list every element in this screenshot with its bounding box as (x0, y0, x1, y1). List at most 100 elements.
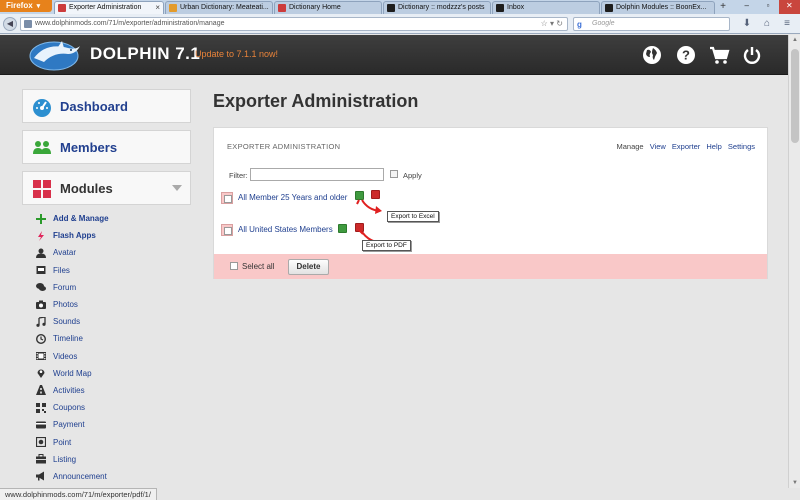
sidebar-item-label: Videos (53, 351, 78, 361)
forum-icon (36, 283, 46, 292)
coupons-icon (36, 402, 46, 413)
reload-icon[interactable]: ↻ (556, 19, 563, 28)
sidebar-item-dashboard[interactable]: Dashboard (22, 89, 191, 123)
payment-icon (36, 421, 46, 429)
sidebar-item-announcement[interactable]: Announcement (36, 468, 196, 485)
tab-label: Urban Dictionary: Meateati... (180, 4, 269, 11)
link-view[interactable]: View (650, 142, 666, 151)
link-help[interactable]: Help (706, 142, 721, 151)
tab-label: Dictionary :: modzzz's posts (398, 4, 485, 11)
link-manage[interactable]: Manage (616, 142, 643, 151)
tab-exporter-administration[interactable]: Exporter Administration × (54, 1, 164, 14)
download-icon[interactable]: ⬇ (740, 17, 754, 31)
sidebar-item-members[interactable]: Members (22, 130, 191, 164)
row-checkbox[interactable] (221, 192, 233, 204)
scroll-down-icon[interactable]: ▼ (789, 478, 800, 488)
sidebar-item-point[interactable]: Point (36, 433, 196, 450)
sidebar-item-avatar[interactable]: Avatar (36, 244, 196, 261)
map-pin-icon (37, 369, 45, 379)
export-excel-icon[interactable] (338, 224, 347, 233)
panel-title: EXPORTER ADMINISTRATION (227, 142, 341, 151)
files-icon (36, 266, 46, 275)
site-identity-icon (24, 20, 32, 28)
dashboard-icon (33, 99, 51, 117)
modules-submenu: Add & Manage Flash Apps Avatar Files For… (36, 210, 196, 485)
row-checkbox[interactable] (221, 224, 233, 236)
sidebar-item-label: Forum (53, 282, 77, 292)
sidebar-item-coupons[interactable]: Coupons (36, 399, 196, 416)
members-icon (33, 141, 51, 154)
sidebar-item-activities[interactable]: Activities (36, 382, 196, 399)
window-close-icon[interactable]: ✕ (778, 0, 800, 14)
search-input[interactable]: g Google (573, 17, 730, 31)
plus-icon (36, 213, 46, 224)
tab-dictionary-home[interactable]: Dictionary Home (274, 1, 382, 14)
sidebar-item-add-manage[interactable]: Add & Manage (36, 210, 196, 227)
select-all-checkbox[interactable] (230, 262, 238, 270)
help-icon[interactable]: ? (675, 44, 697, 66)
sidebar-item-label: Flash Apps (53, 231, 96, 241)
favicon-icon (605, 4, 613, 12)
row-link[interactable]: All Member 25 Years and older (238, 193, 347, 202)
sidebar-item-sounds[interactable]: Sounds (36, 313, 196, 330)
browser-tab-bar: Firefox Exporter Administration × Urban … (0, 0, 800, 14)
apply-checkbox[interactable] (390, 170, 398, 178)
tab-dolphin-modules[interactable]: Dolphin Modules :: BoonEx... (601, 1, 715, 14)
favicon-icon (58, 4, 66, 12)
sidebar-item-payment[interactable]: Payment (36, 416, 196, 433)
dolphin-logo-icon[interactable] (24, 38, 84, 72)
scroll-up-icon[interactable]: ▲ (789, 35, 800, 45)
sidebar-item-modules[interactable]: Modules (22, 171, 191, 205)
sidebar-item-label: Coupons (53, 403, 86, 413)
back-arrow-icon[interactable]: ◀ (3, 17, 17, 31)
favicon-icon (496, 4, 504, 12)
globe-icon[interactable] (641, 44, 663, 66)
tab-dictionary-posts[interactable]: Dictionary :: modzzz's posts (383, 1, 491, 14)
url-bar[interactable]: www.dolphinmods.com/71/m/exporter/admini… (20, 17, 568, 31)
delete-button[interactable]: Delete (288, 259, 329, 275)
filter-label: Filter: (229, 171, 248, 180)
hamburger-menu-icon[interactable]: ≡ (780, 17, 794, 31)
sidebar-item-forum[interactable]: Forum (36, 279, 196, 296)
exporter-panel: EXPORTER ADMINISTRATION Manage View Expo… (213, 127, 768, 279)
brand-title[interactable]: DOLPHIN 7.1 (90, 44, 200, 64)
sidebar-item-photos[interactable]: Photos (36, 296, 196, 313)
bookmark-star-icon[interactable]: ☆ (541, 19, 548, 28)
link-settings[interactable]: Settings (728, 142, 755, 151)
link-exporter[interactable]: Exporter (672, 142, 700, 151)
sidebar-item-flash-apps[interactable]: Flash Apps (36, 227, 196, 244)
scroll-thumb[interactable] (791, 49, 799, 143)
minimize-icon[interactable]: – (736, 0, 757, 14)
close-tab-icon[interactable]: × (155, 2, 160, 14)
update-link[interactable]: Update to 7.1.1 now! (195, 49, 278, 59)
new-tab-button[interactable]: + (717, 1, 729, 13)
bulk-actions-bar: Select all Delete (214, 254, 767, 279)
panel-action-links: Manage View Exporter Help Settings (612, 142, 755, 151)
export-excel-tooltip: Export to Excel (387, 211, 439, 222)
tab-urban-dictionary[interactable]: Urban Dictionary: Meateati... (165, 1, 273, 14)
sidebar-item-listing[interactable]: Listing (36, 451, 196, 468)
timeline-icon (36, 333, 46, 344)
favicon-icon (278, 4, 286, 12)
sidebar-item-world-map[interactable]: World Map (36, 365, 196, 382)
filter-input[interactable] (250, 168, 384, 181)
favicon-icon (387, 4, 395, 12)
sidebar-item-label: World Map (53, 368, 92, 378)
sidebar-item-videos[interactable]: Videos (36, 348, 196, 365)
dropdown-arrow-icon[interactable]: ▾ (550, 19, 554, 28)
maximize-icon[interactable]: ▫ (757, 0, 778, 14)
tab-inbox[interactable]: Inbox (492, 1, 600, 14)
site-header: DOLPHIN 7.1 Update to 7.1.1 now! ? (0, 35, 800, 75)
row-link[interactable]: All United States Members (238, 225, 333, 234)
sidebar-item-timeline[interactable]: Timeline (36, 330, 196, 347)
sidebar-item-label: Add & Manage (53, 214, 109, 224)
page-title: Exporter Administration (213, 91, 419, 111)
sidebar-item-files[interactable]: Files (36, 262, 196, 279)
firefox-menu-button[interactable]: Firefox (0, 0, 52, 12)
home-icon[interactable]: ⌂ (760, 17, 774, 31)
members-label: Members (60, 140, 118, 155)
power-icon[interactable] (741, 44, 763, 66)
sidebar-item-label: Listing (53, 454, 77, 464)
cart-icon[interactable] (708, 44, 730, 66)
page-scrollbar[interactable]: ▲ ▼ (788, 35, 800, 488)
